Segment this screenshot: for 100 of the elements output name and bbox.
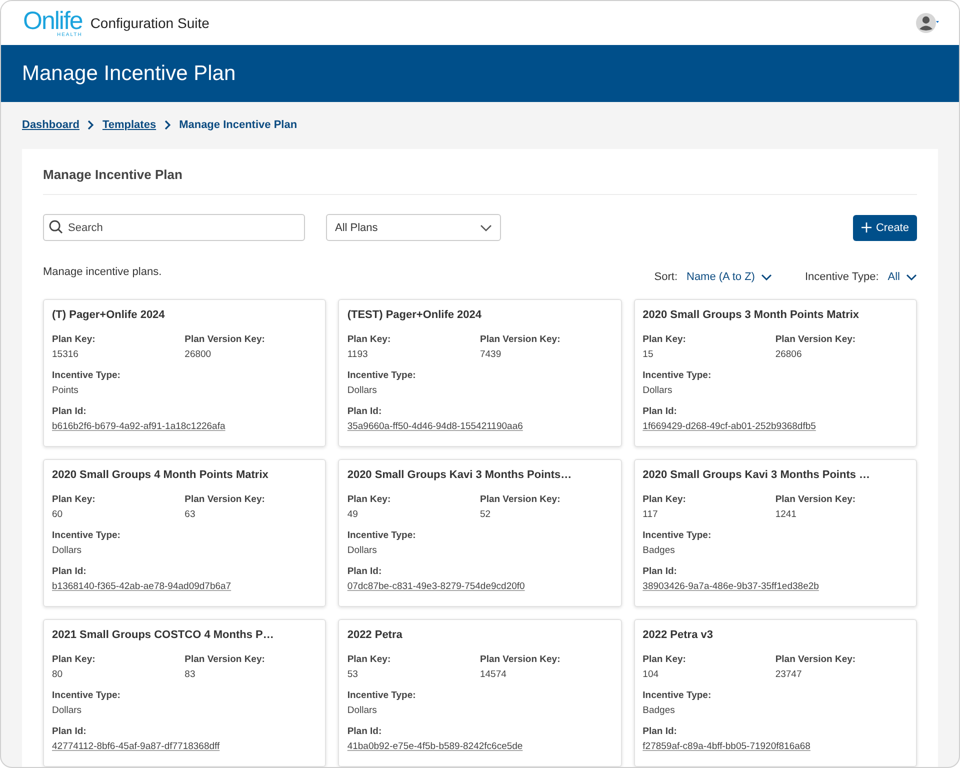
plan-card[interactable]: 2020 Small Groups Kavi 3 Months Points… Plan Key: 49 Plan Version Key: 52 Incentive Type: Dollars Plan Id: 07dc87be-c831-49e3-8279-754de9cd20f0 [338, 459, 622, 607]
breadcrumb-current: Manage Incentive Plan [179, 119, 298, 131]
plan-id-link[interactable]: b616b2f6-b679-4a92-af91-1a18c1226afa [52, 421, 226, 432]
chevron-right-icon [87, 120, 94, 130]
search-field[interactable]: Search [43, 214, 305, 241]
field-label: Plan Id: [347, 406, 382, 417]
plan-title: 2022 Petra [347, 629, 404, 641]
plan-card[interactable]: 2020 Small Groups 4 Month Points Matrix Plan Key: 60 Plan Version Key: 63 Incentive Type: Dollars Plan Id: b1368140-f365-42ab-ae78-94ad09d7b6a7 [43, 459, 326, 607]
field-label: Plan Id: [347, 726, 382, 737]
plan-card[interactable]: 2020 Small Groups 3 Month Points Matrix Plan Key: 15 Plan Version Key: 26806 Incentive Type: Dollars Plan Id: 1f669429-d268-49cf-ab01-252b9368dfb5 [634, 299, 917, 447]
field-label: Plan Key: [642, 494, 686, 505]
description-text: Manage incentive plans. [43, 266, 162, 278]
field-label: Plan Key: [347, 334, 391, 345]
breadcrumb-link[interactable]: Dashboard [22, 119, 80, 131]
plan-key: 104 [642, 669, 659, 680]
plan-title: 2022 Petra v3 [642, 629, 714, 641]
plan-id-link[interactable]: f27859af-c89a-4bff-bb05-71920f816a68 [642, 741, 810, 752]
chevron-down-icon [906, 274, 917, 280]
incentive-type-dropdown[interactable]: All [888, 271, 917, 283]
app-title: Configuration Suite [90, 15, 210, 31]
plan-version-key: 14574 [480, 669, 506, 680]
plan-id-link[interactable]: b1368140-f365-42ab-ae78-94ad09d7b6a7 [52, 581, 232, 592]
field-label: Incentive Type: [52, 370, 120, 381]
plan-card[interactable]: (TEST) Pager+Onlife 2024 Plan Key: 1193 Plan Version Key: 7439 Incentive Type: Dollars Plan Id: 35a9660a-ff50-4d46-94d8-155421190aa6 [338, 299, 622, 447]
plan-key: 80 [52, 669, 63, 680]
plan-version-key: 26800 [184, 349, 212, 360]
plan-key: 117 [642, 509, 658, 520]
incentive-type: Dollars [642, 385, 672, 396]
plan-version-key: 7439 [480, 349, 502, 360]
plan-version-key: 83 [184, 669, 196, 680]
plan-card[interactable]: 2022 Petra Plan Key: 53 Plan Version Key: 14574 Incentive Type: Dollars Plan Id: 41ba0b92-e75e-4f5b-b589-8242fc6ce5de [338, 619, 622, 767]
field-label: Plan Key: [52, 334, 96, 345]
chevron-right-icon [164, 120, 172, 130]
plan-card[interactable]: 2021 Small Groups COSTCO 4 Months P… Plan Key: 80 Plan Version Key: 83 Incentive Type: Dollars Plan Id: 42774112-8bf6-45af-9a87-df7718368dff [43, 619, 326, 767]
incentive-type: Dollars [52, 545, 82, 556]
sort-label: Sort: [654, 271, 678, 283]
plan-card[interactable]: (T) Pager+Onlife 2024 Plan Key: 15316 Plan Version Key: 26800 Incentive Type: Points Plan Id: b616b2f6-b679-4a92-af91-1a18c1226afa [43, 299, 326, 447]
plan-card[interactable]: 2020 Small Groups Kavi 3 Months Points … Plan Key: 117 Plan Version Key: 1241 Incentive Type: Badges Plan Id: 38903426-9a7a-486e-9b37-35ff1ed38e2b [634, 459, 917, 607]
plan-dropdown[interactable]: All Plans [326, 214, 501, 241]
field-label: Plan Id: [52, 406, 86, 417]
plan-title: (TEST) Pager+Onlife 2024 [347, 309, 483, 321]
field-label: Incentive Type: [642, 370, 712, 381]
plan-id-link[interactable]: 1f669429-d268-49cf-ab01-252b9368dfb5 [642, 421, 816, 432]
plan-title: 2020 Small Groups Kavi 3 Months Points … [642, 469, 872, 481]
field-label: Plan Id: [642, 566, 677, 577]
field-label: Plan Id: [347, 566, 382, 577]
plan-title: 2020 Small Groups Kavi 3 Months Points… [347, 469, 573, 481]
incentive-type-label: Incentive Type: [804, 271, 879, 283]
plan-version-key: 26806 [775, 349, 802, 360]
plan-key: 49 [347, 509, 358, 520]
plan-card[interactable]: 2022 Petra v3 Plan Key: 104 Plan Version Key: 23747 Incentive Type: Badges Plan Id: f27859af-c89a-4bff-bb05-71920f816a68 [634, 619, 917, 767]
plan-key: 15 [642, 349, 654, 360]
field-label: Incentive Type: [347, 690, 416, 701]
plan-version-key: 23747 [775, 669, 802, 680]
field-label: Incentive Type: [347, 530, 416, 541]
plan-id-link[interactable]: 42774112-8bf6-45af-9a87-df7718368dff [52, 741, 220, 752]
field-label: Plan Version Key: [775, 334, 856, 345]
field-label: Plan Version Key: [480, 654, 560, 665]
field-label: Plan Id: [52, 566, 86, 577]
field-label: Incentive Type: [642, 690, 712, 701]
field-label: Plan Version Key: [775, 494, 856, 505]
plan-key: 15316 [52, 349, 78, 360]
plan-title: 2020 Small Groups 4 Month Points Matrix [52, 469, 270, 481]
panel-title: Manage Incentive Plan [43, 166, 184, 184]
field-label: Plan Version Key: [480, 494, 560, 505]
user-menu-button[interactable] [915, 12, 939, 34]
field-label: Plan Key: [642, 334, 686, 345]
plan-title: (T) Pager+Onlife 2024 [52, 309, 166, 321]
plan-id-link[interactable]: 07dc87be-c831-49e3-8279-754de9cd20f0 [347, 581, 525, 592]
plan-title: 2020 Small Groups 3 Month Points Matrix [642, 309, 860, 321]
sort-dropdown[interactable]: Name (A to Z) [686, 271, 772, 283]
field-label: Plan Key: [347, 654, 391, 665]
chevron-down-icon [480, 224, 492, 232]
breadcrumb-link[interactable]: Templates [102, 119, 156, 131]
plan-id-link[interactable]: 35a9660a-ff50-4d46-94d8-155421190aa6 [347, 421, 523, 432]
plan-id-link[interactable]: 41ba0b92-e75e-4f5b-b589-8242fc6ce5de [347, 741, 523, 752]
incentive-type: Dollars [347, 705, 377, 716]
field-label: Plan Key: [52, 654, 96, 665]
field-label: Plan Id: [642, 406, 677, 417]
incentive-type: Dollars [347, 385, 377, 396]
chevron-down-icon [760, 274, 772, 280]
incentive-type: Badges [642, 705, 675, 716]
plan-key: 60 [52, 509, 63, 520]
plan-key: 1193 [347, 349, 368, 360]
plan-title: 2021 Small Groups COSTCO 4 Months P… [52, 629, 275, 641]
plan-version-key: 63 [184, 509, 196, 520]
field-label: Plan Key: [347, 494, 391, 505]
field-label: Plan Version Key: [184, 494, 265, 505]
plan-version-key: 52 [480, 509, 491, 520]
field-label: Plan Version Key: [775, 654, 856, 665]
field-label: Plan Id: [52, 726, 86, 737]
plan-id-link[interactable]: 38903426-9a7a-486e-9b37-35ff1ed38e2b [642, 581, 819, 592]
incentive-type: Dollars [52, 705, 82, 716]
field-label: Incentive Type: [347, 370, 416, 381]
create-button[interactable]: Create [852, 214, 917, 240]
field-label: Incentive Type: [642, 530, 712, 541]
field-label: Plan Version Key: [184, 654, 265, 665]
field-label: Plan Key: [642, 654, 686, 665]
page-title: Manage Incentive Plan [22, 62, 236, 86]
field-label: Plan Id: [642, 726, 677, 737]
